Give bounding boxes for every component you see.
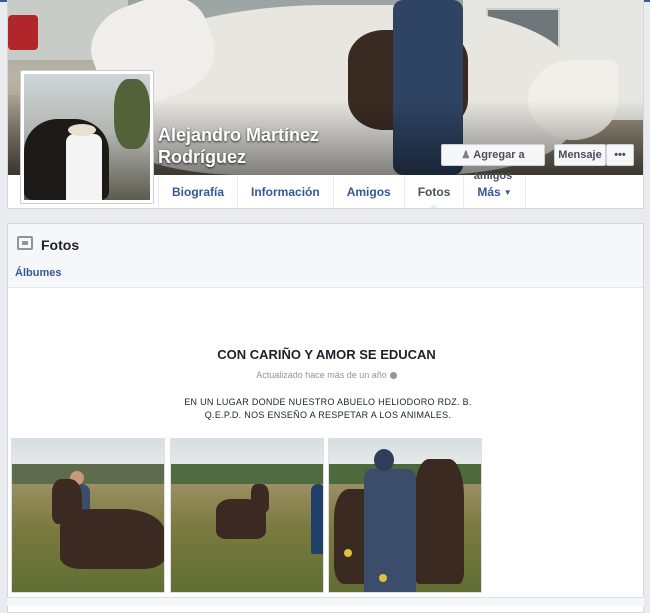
- photos-header: Fotos Álbumes: [8, 224, 643, 288]
- profile-tabs: Biografía Información Amigos Fotos Más ▼: [158, 176, 526, 208]
- profile-name[interactable]: Alejandro Martínez Rodríguez: [158, 124, 398, 168]
- photos-title[interactable]: Fotos: [41, 237, 79, 253]
- album-updated-text: Actualizado hace más de un año: [256, 370, 387, 380]
- profile-header: Alejandro Martínez Rodríguez ♟ Agregar a …: [7, 0, 644, 209]
- more-options-button[interactable]: •••: [606, 144, 634, 166]
- message-button[interactable]: Mensaje: [554, 144, 606, 166]
- album-title[interactable]: CON CARIÑO Y AMOR SE EDUCAN: [8, 347, 643, 362]
- caret-down-icon: ▼: [503, 188, 512, 198]
- tab-timeline[interactable]: Biografía: [158, 176, 237, 208]
- profile-picture[interactable]: [20, 70, 154, 204]
- album-photo-1[interactable]: [11, 438, 165, 593]
- globe-icon[interactable]: [389, 372, 397, 380]
- tab-friends[interactable]: Amigos: [332, 176, 404, 208]
- tab-more[interactable]: Más ▼: [463, 176, 526, 208]
- tab-photos[interactable]: Fotos: [403, 176, 464, 208]
- photos-icon: [17, 236, 33, 250]
- tab-about[interactable]: Información: [237, 176, 333, 208]
- album-description: EN UN LUGAR DONDE NUESTRO ABUELO HELIODO…: [184, 397, 472, 420]
- album-photo-3[interactable]: [328, 438, 482, 593]
- add-friend-icon: ♟: [461, 150, 471, 161]
- add-friend-button[interactable]: ♟ Agregar a amigos: [441, 144, 545, 182]
- album-photo-2[interactable]: [170, 438, 324, 593]
- more-icon: •••: [614, 149, 626, 161]
- albums-link[interactable]: Álbumes: [15, 267, 61, 279]
- photos-section: Fotos Álbumes CON CARIÑO Y AMOR SE EDUCA…: [7, 223, 644, 613]
- album-updated: Actualizado hace más de un año: [8, 370, 643, 380]
- tab-more-label: Más: [477, 185, 501, 199]
